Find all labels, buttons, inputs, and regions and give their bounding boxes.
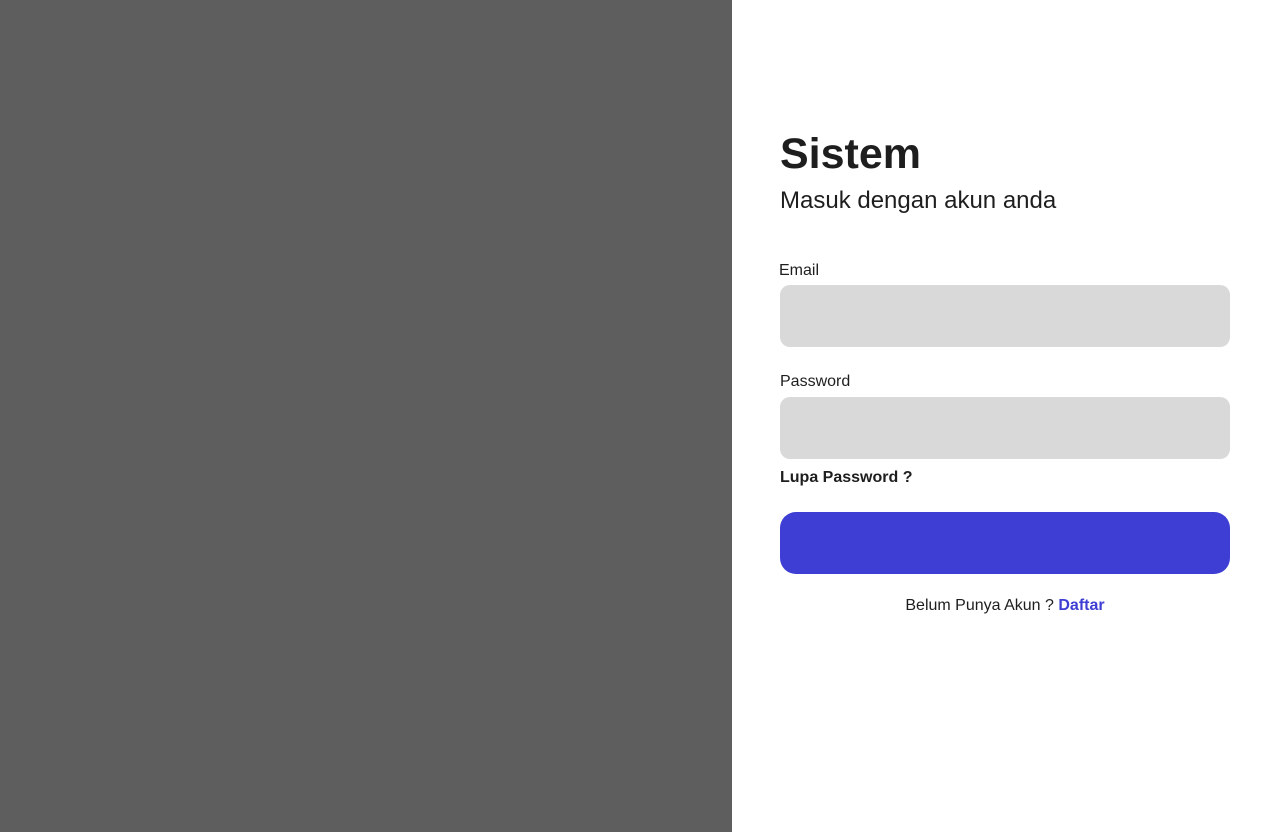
login-page: Sistem Masuk dengan akun anda Email Pass… [0, 0, 1280, 832]
register-link[interactable]: Daftar [1058, 597, 1104, 614]
register-prompt-text: Belum Punya Akun ? [905, 597, 1054, 614]
password-label: Password [780, 373, 851, 390]
email-label: Email [779, 262, 820, 279]
image-placeholder-panel [0, 0, 732, 832]
login-button[interactable] [780, 512, 1230, 574]
app-title: Sistem [780, 130, 922, 178]
login-form-panel: Sistem Masuk dengan akun anda Email Pass… [732, 0, 1280, 832]
password-field[interactable] [780, 397, 1230, 459]
email-field[interactable] [780, 285, 1230, 347]
register-prompt-line: Belum Punya Akun ? Daftar [780, 596, 1230, 616]
login-subtitle: Masuk dengan akun anda [780, 187, 1057, 214]
forgot-password-link[interactable]: Lupa Password ? [780, 468, 912, 488]
